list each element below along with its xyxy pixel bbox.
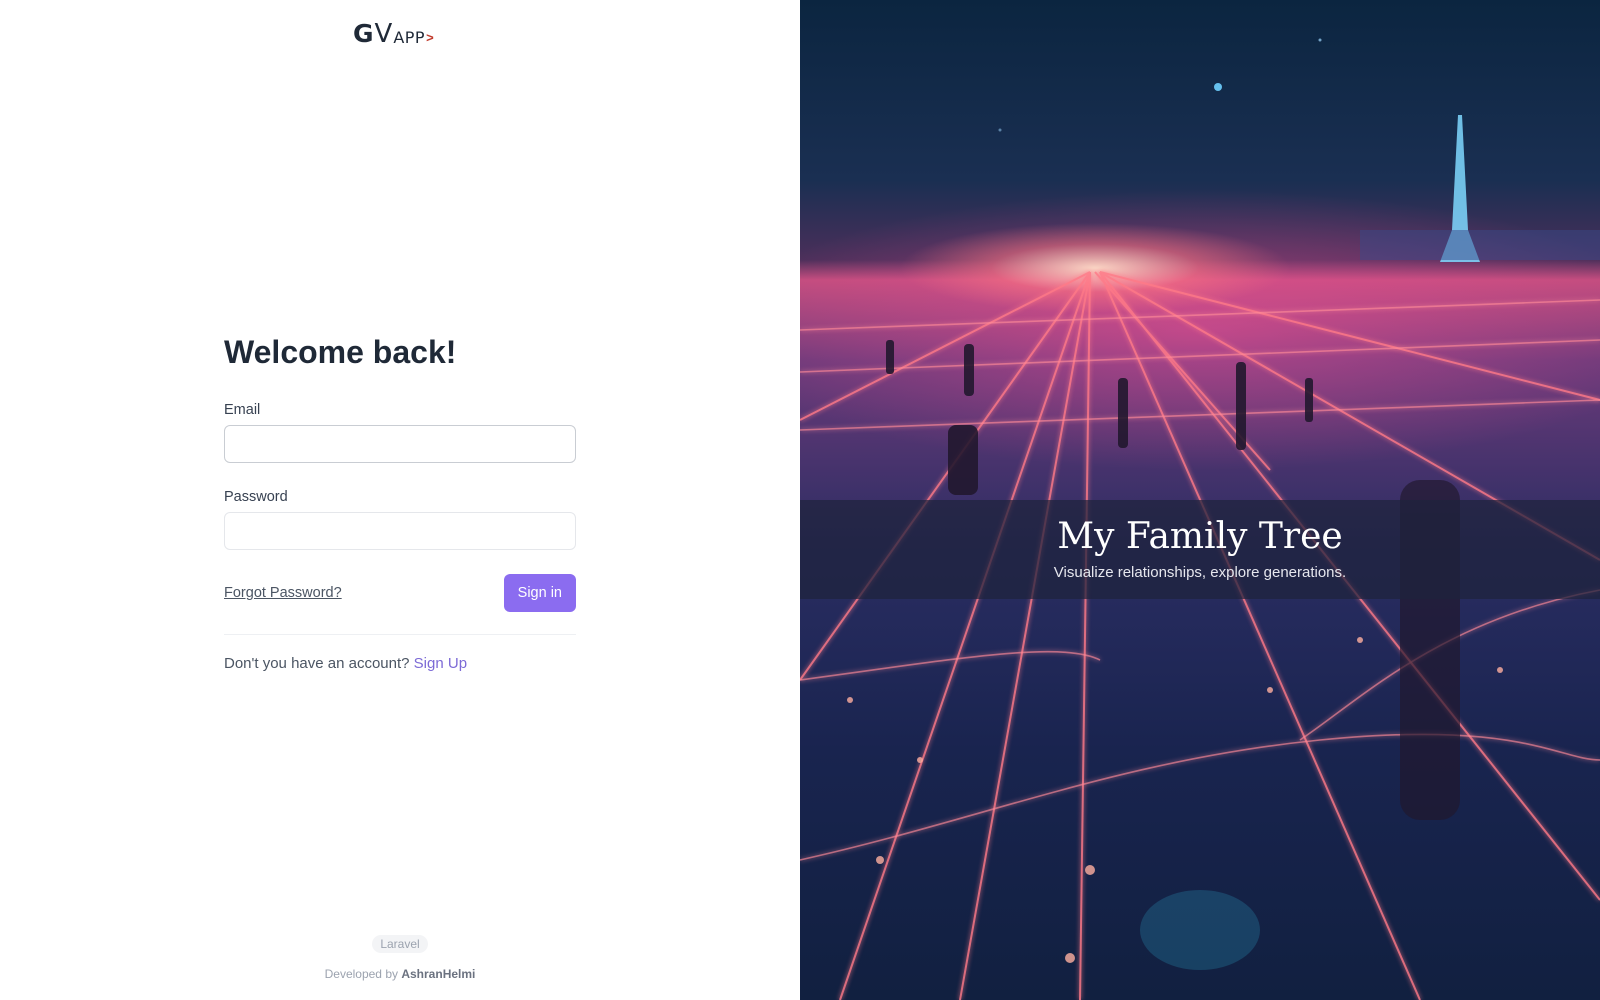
form-actions: Forgot Password? Sign in — [224, 574, 576, 612]
logo-arrow-icon: > — [426, 30, 434, 45]
author-name: AshranHelmi — [401, 967, 476, 981]
framework-badge: Laravel — [372, 935, 428, 953]
hero-subtitle: Visualize relationships, explore generat… — [1053, 564, 1347, 581]
developed-by-text: Developed by — [324, 967, 398, 981]
hero-title: My Family Tree — [1057, 516, 1343, 557]
divider — [224, 634, 576, 635]
logo-app-text: APP — [393, 28, 426, 47]
hero-panel: My Family Tree Visualize relationships, … — [800, 0, 1600, 1000]
framework-badge-row: Laravel — [0, 935, 800, 953]
sign-in-button[interactable]: Sign in — [503, 574, 576, 612]
forgot-password-link[interactable]: Forgot Password? — [224, 585, 342, 601]
developer-credit: Developed by AshranHelmi — [0, 967, 800, 981]
login-form: Welcome back! Email Password Forgot Pass… — [224, 330, 576, 672]
email-label: Email — [224, 402, 261, 418]
signup-prompt: Don't you have an account? Sign Up — [224, 655, 576, 672]
app-logo[interactable]: G V APP > — [353, 19, 434, 49]
logo-letter-v: V — [374, 19, 393, 49]
login-panel: G V APP > Welcome back! Email Password F… — [0, 0, 800, 1000]
page-title: Welcome back! — [224, 334, 457, 370]
password-field[interactable] — [224, 512, 576, 550]
password-label: Password — [224, 489, 288, 505]
no-account-text: Don't you have an account? — [224, 655, 410, 672]
email-field[interactable] — [224, 425, 576, 463]
hero-banner: My Family Tree Visualize relationships, … — [800, 500, 1600, 599]
logo-letter-g: G — [353, 19, 374, 48]
sign-up-link[interactable]: Sign Up — [414, 655, 467, 672]
